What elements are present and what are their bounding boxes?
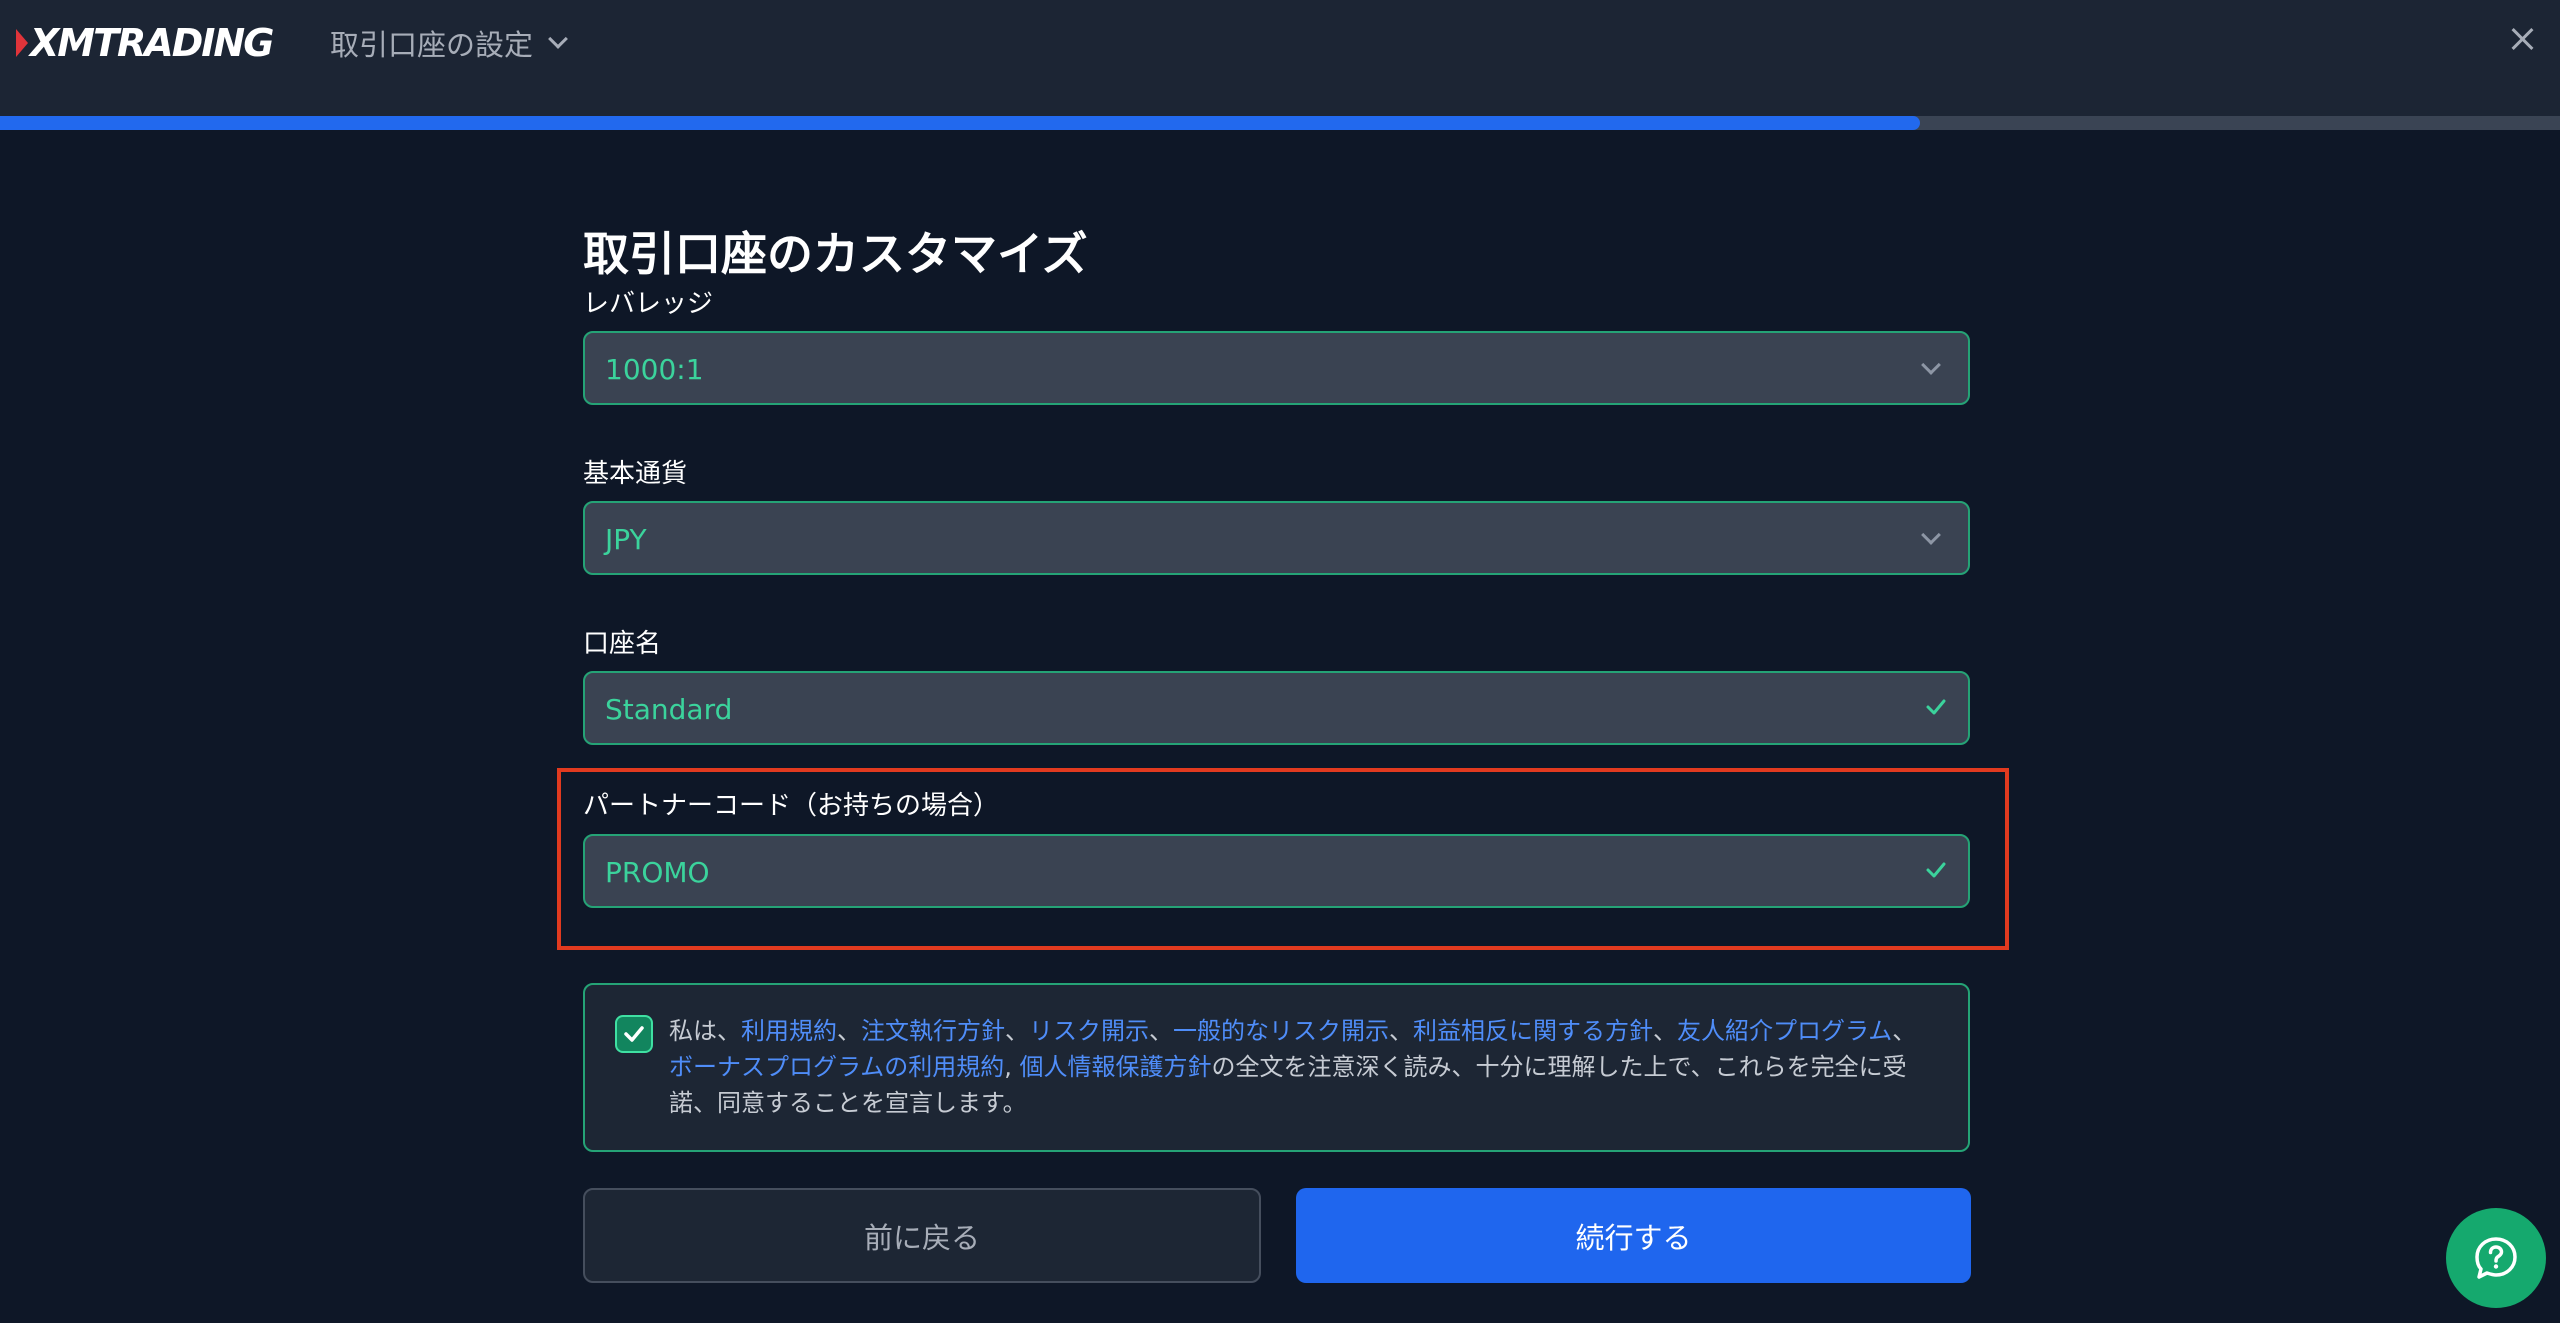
- partner-code-value: PROMO: [605, 856, 710, 889]
- logo-text: XMTRADING: [30, 21, 274, 65]
- chevron-down-icon: [548, 29, 568, 49]
- help-question-icon: [2475, 1237, 2517, 1279]
- leverage-select[interactable]: 1000:1: [583, 331, 1970, 405]
- check-icon: [624, 1026, 644, 1042]
- consent-text: 私は、利用規約、注文執行方針、リスク開示、一般的なリスク開示、利益相反に関する方…: [669, 1017, 1917, 1117]
- chevron-down-icon: [1921, 355, 1941, 375]
- link-conflict-policy[interactable]: 利益相反に関する方針: [1413, 1017, 1653, 1045]
- xmtrading-logo[interactable]: XMTRADING: [16, 18, 274, 68]
- account-name-input[interactable]: Standard: [583, 671, 1970, 745]
- link-risk-disclosure[interactable]: リスク開示: [1029, 1017, 1149, 1045]
- continue-button[interactable]: 続行する: [1296, 1188, 1971, 1283]
- currency-label: 基本通貨: [583, 459, 688, 489]
- link-execution-policy[interactable]: 注文執行方針: [861, 1017, 1005, 1045]
- check-icon: [1926, 699, 1946, 715]
- link-terms[interactable]: 利用規約: [741, 1017, 837, 1045]
- page-title: 取引口座のカスタマイズ: [583, 227, 1088, 281]
- logo-mark-icon: [16, 29, 28, 57]
- progress-bar: [0, 116, 2560, 130]
- top-bar: XMTRADING 取引口座の設定: [0, 0, 2560, 116]
- link-general-risk-disclosure[interactable]: 一般的なリスク開示: [1173, 1017, 1389, 1045]
- partner-code-input[interactable]: PROMO: [583, 834, 1970, 908]
- close-icon[interactable]: [2508, 24, 2538, 54]
- step-title: 取引口座の設定: [330, 28, 534, 62]
- help-button[interactable]: [2446, 1208, 2546, 1308]
- account-name-label: 口座名: [583, 629, 662, 659]
- currency-select[interactable]: JPY: [583, 501, 1970, 575]
- link-bonus-terms[interactable]: ボーナスプログラムの利用規約: [669, 1053, 1004, 1081]
- link-referral-program[interactable]: 友人紹介プログラム: [1677, 1017, 1892, 1045]
- partner-code-label: パートナーコード（お持ちの場合）: [583, 791, 1000, 821]
- consent-checkbox[interactable]: [615, 1015, 653, 1053]
- account-name-value: Standard: [605, 693, 733, 726]
- leverage-value: 1000:1: [605, 353, 704, 386]
- step-dropdown[interactable]: 取引口座の設定: [330, 22, 568, 64]
- currency-value: JPY: [605, 523, 647, 556]
- check-icon: [1926, 862, 1946, 878]
- consent-box: 私は、利用規約、注文執行方針、リスク開示、一般的なリスク開示、利益相反に関する方…: [583, 983, 1970, 1152]
- link-privacy-policy[interactable]: 個人情報保護方針: [1020, 1053, 1212, 1081]
- progress-fill: [0, 116, 1920, 130]
- leverage-label: レバレッジ: [583, 289, 714, 319]
- back-button[interactable]: 前に戻る: [583, 1188, 1261, 1283]
- chevron-down-icon: [1921, 525, 1941, 545]
